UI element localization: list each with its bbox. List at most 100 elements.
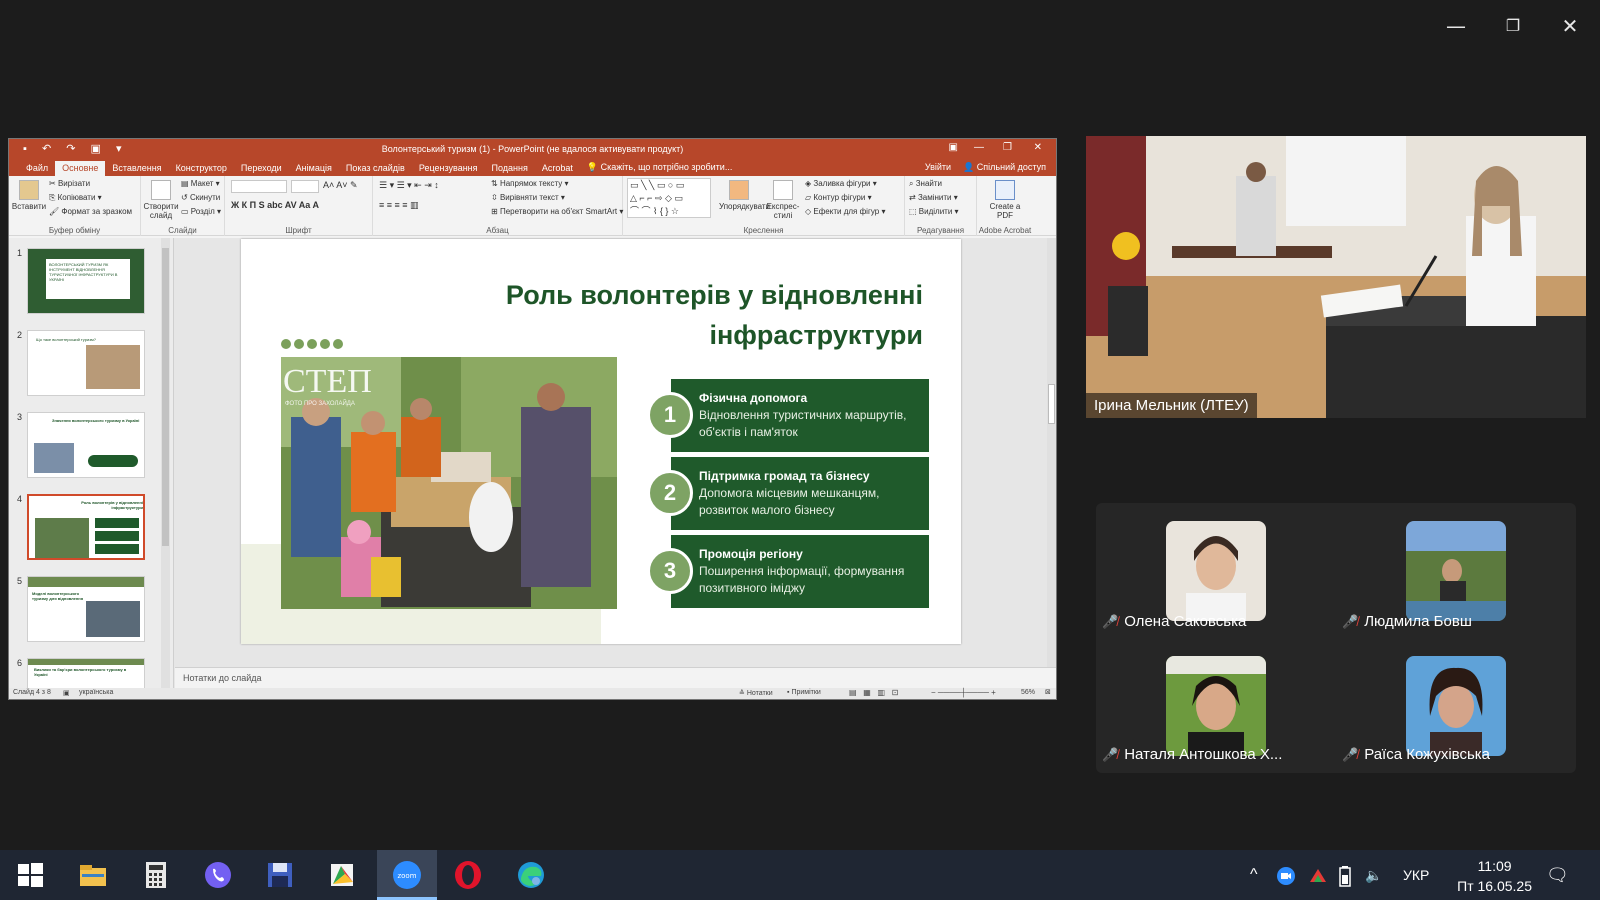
comments-toggle[interactable]: ▪ Примітки xyxy=(787,689,821,696)
tab-home[interactable]: Основне xyxy=(55,161,106,176)
participant-video-4[interactable] xyxy=(1406,656,1506,756)
windows-start-icon[interactable] xyxy=(15,860,45,890)
text-direction-button[interactable]: ⇅ Напрямок тексту ▾ xyxy=(491,179,568,188)
thumbnail-slide-5[interactable]: Моделі волонтерського туризму для віднов… xyxy=(27,576,145,642)
participant-name-1: 🎤̸ Олена Саковська xyxy=(1102,613,1246,630)
tab-view[interactable]: Подання xyxy=(485,161,535,176)
file-explorer-icon[interactable] xyxy=(78,860,108,890)
tab-transitions[interactable]: Переходи xyxy=(234,161,289,176)
tray-overflow-icon[interactable]: ^ xyxy=(1250,850,1258,900)
zoom-level[interactable]: 56% xyxy=(1021,689,1035,696)
slide-photo-volunteers[interactable]: СТЕП ФОТО ПРО ЗАХОЛАЙДА xyxy=(281,357,617,609)
font-family-select[interactable] xyxy=(231,180,287,193)
thumbnail-slide-2[interactable]: Що таке волонтерський туризм? xyxy=(27,330,145,396)
ribbon-display-icon[interactable]: ▣ xyxy=(949,142,958,153)
battery-icon[interactable] xyxy=(1338,850,1352,900)
colorful-tray-icon[interactable] xyxy=(1308,850,1328,900)
replace-button[interactable]: ⇄ Замінити ▾ xyxy=(909,193,958,202)
spellcheck-icon[interactable]: ▣ xyxy=(63,689,70,697)
new-slide-button[interactable]: Створити слайд xyxy=(143,180,179,220)
section-button[interactable]: ▭ Розділ ▾ xyxy=(181,207,221,216)
format-painter-button[interactable]: 🖌 Формат за зразком xyxy=(49,207,132,216)
edge-icon[interactable] xyxy=(516,860,546,890)
thumbnail-slide-3[interactable]: Значення волонтерського туризму в Україн… xyxy=(27,412,145,478)
tab-acrobat[interactable]: Acrobat xyxy=(535,161,580,176)
zoom-icon[interactable]: zoom xyxy=(392,860,422,890)
shapes-gallery[interactable]: ▭ ╲ ╲ ▭ ○ ▭ △ ⌐ ⌐ ⇨ ◇ ▭ ⌒ ⌒ ⌇ { } ☆ xyxy=(627,178,711,218)
reset-button[interactable]: ↺ Скинути xyxy=(181,193,220,202)
thumb-2-title: Що таке волонтерський туризм? xyxy=(36,337,97,342)
opera-icon[interactable] xyxy=(453,860,483,890)
thumbnails-scrollbar[interactable] xyxy=(161,238,170,688)
cut-button[interactable]: ✂ Вирізати xyxy=(49,179,90,188)
copy-button[interactable]: ⎘ Копіювати ▾ xyxy=(49,193,102,203)
thumbnails-scroll-thumb[interactable] xyxy=(162,248,169,546)
restore-button[interactable]: ❐ xyxy=(1499,14,1527,38)
participant-video-1[interactable] xyxy=(1166,521,1266,621)
participant-video-2[interactable] xyxy=(1406,521,1506,621)
ppt-statusbar: Слайд 4 з 8 ▣ українська ≙ Нотатки ▪ При… xyxy=(9,688,1056,699)
find-button[interactable]: ⌕ Знайти xyxy=(909,179,942,189)
current-slide[interactable]: Роль волонтерів у відновленні інфраструк… xyxy=(241,239,961,644)
speaker-video[interactable]: Ірина Мельник (ЛТЕУ) xyxy=(1086,136,1586,418)
ppt-close-icon[interactable]: ✕ xyxy=(1034,142,1042,153)
list-buttons[interactable]: ☰ ▾ ☰ ▾ ⇤ ⇥ ↕ xyxy=(379,180,439,191)
tab-file[interactable]: Файл xyxy=(19,161,55,176)
smartart-button[interactable]: ⊞ Перетворити на об'єкт SmartArt ▾ xyxy=(491,207,623,216)
signin-link[interactable]: Увійти xyxy=(925,162,951,173)
tab-design[interactable]: Конструктор xyxy=(169,161,234,176)
tab-animations[interactable]: Анімація xyxy=(289,161,339,176)
align-buttons[interactable]: ≡ ≡ ≡ ≡ ▥ xyxy=(379,200,419,211)
notes-pane[interactable]: Нотатки до слайда xyxy=(175,667,1056,688)
app-colorful-icon[interactable] xyxy=(327,860,357,890)
create-pdf-button[interactable]: Create a PDF xyxy=(983,180,1027,220)
select-button[interactable]: ⬚ Виділити ▾ xyxy=(909,207,959,216)
close-button[interactable]: ✕ xyxy=(1556,14,1584,38)
zoom-tray-icon[interactable] xyxy=(1276,850,1296,900)
view-buttons[interactable]: ▤ ▦ ▥ ⊡ xyxy=(849,688,898,697)
thumbnail-slide-6[interactable]: Виклики та бар'єри волонтерського туризм… xyxy=(27,658,145,688)
viber-icon[interactable] xyxy=(203,860,233,890)
font-size-controls[interactable]: A˄ A˅ ✎ xyxy=(323,180,358,191)
card-physical-help[interactable]: Фізична допомога Відновлення туристичних… xyxy=(671,379,929,452)
zoom-slider[interactable]: − ────┼──── + xyxy=(931,688,996,697)
tab-review[interactable]: Рецензування xyxy=(412,161,485,176)
participant-video-3[interactable] xyxy=(1166,656,1266,756)
calculator-icon[interactable] xyxy=(141,860,171,890)
paste-button[interactable]: Вставити xyxy=(11,180,47,211)
thumb-6-title: Виклики та бар'єри волонтерського туризм… xyxy=(34,667,127,677)
share-button[interactable]: 👤 Спільний доступ xyxy=(963,162,1046,173)
system-clock[interactable]: 11:09 Пт 16.05.25 xyxy=(1457,856,1532,896)
ppt-restore-icon[interactable]: ❐ xyxy=(1003,142,1012,153)
shape-fill-button[interactable]: ◈ Заливка фігури ▾ xyxy=(805,179,877,188)
quick-styles-button[interactable]: Експрес-стилі xyxy=(763,180,803,220)
volume-icon[interactable]: 🔈 xyxy=(1365,850,1382,900)
card-region-promotion[interactable]: Промоція регіону Поширення інформації, ф… xyxy=(671,535,929,608)
language-indicator[interactable]: українська xyxy=(79,689,113,696)
ppt-minimize-icon[interactable]: — xyxy=(974,142,984,153)
thumb-4-card xyxy=(95,518,139,528)
notes-toggle[interactable]: ≙ Нотатки xyxy=(739,689,773,697)
notifications-icon[interactable]: 🗨 xyxy=(1546,850,1569,900)
fit-slide-icon[interactable]: ⊠ xyxy=(1045,688,1051,696)
slide-scrollbar[interactable] xyxy=(1047,238,1056,688)
thumbnail-slide-4[interactable]: Роль волонтерів у відновленні інфраструк… xyxy=(27,494,145,560)
card-number-badge: 3 xyxy=(647,548,693,594)
slide-scroll-thumb[interactable] xyxy=(1048,384,1055,424)
arrange-button[interactable]: Упорядкувати xyxy=(719,180,770,211)
shape-effects-button[interactable]: ◇ Ефекти для фігур ▾ xyxy=(805,207,885,216)
tell-me-box[interactable]: 💡 Скажіть, що потрібно зробити... xyxy=(580,160,739,176)
tab-insert[interactable]: Вставлення xyxy=(105,161,168,176)
card-community-support[interactable]: Підтримка громад та бізнесу Допомога міс… xyxy=(671,457,929,530)
save-disk-icon[interactable] xyxy=(265,860,295,890)
slide-title[interactable]: Роль волонтерів у відновленні інфраструк… xyxy=(506,275,923,355)
minimize-button[interactable]: — xyxy=(1442,14,1470,38)
input-language[interactable]: УКР xyxy=(1403,850,1429,900)
font-size-select[interactable] xyxy=(291,180,319,193)
align-text-button[interactable]: ⇳ Вирівняти текст ▾ xyxy=(491,193,565,202)
font-format-buttons[interactable]: Ж К П S abc AV Aa A xyxy=(231,200,319,210)
layout-button[interactable]: ▤ Макет ▾ xyxy=(181,179,220,188)
thumbnail-slide-1[interactable]: ВОЛОНТЕРСЬКИЙ ТУРИЗМ ЯК ІНСТРУМЕНТ ВІДНО… xyxy=(27,248,145,314)
shape-outline-button[interactable]: ▱ Контур фігури ▾ xyxy=(805,193,872,202)
tab-slideshow[interactable]: Показ слайдів xyxy=(339,161,412,176)
